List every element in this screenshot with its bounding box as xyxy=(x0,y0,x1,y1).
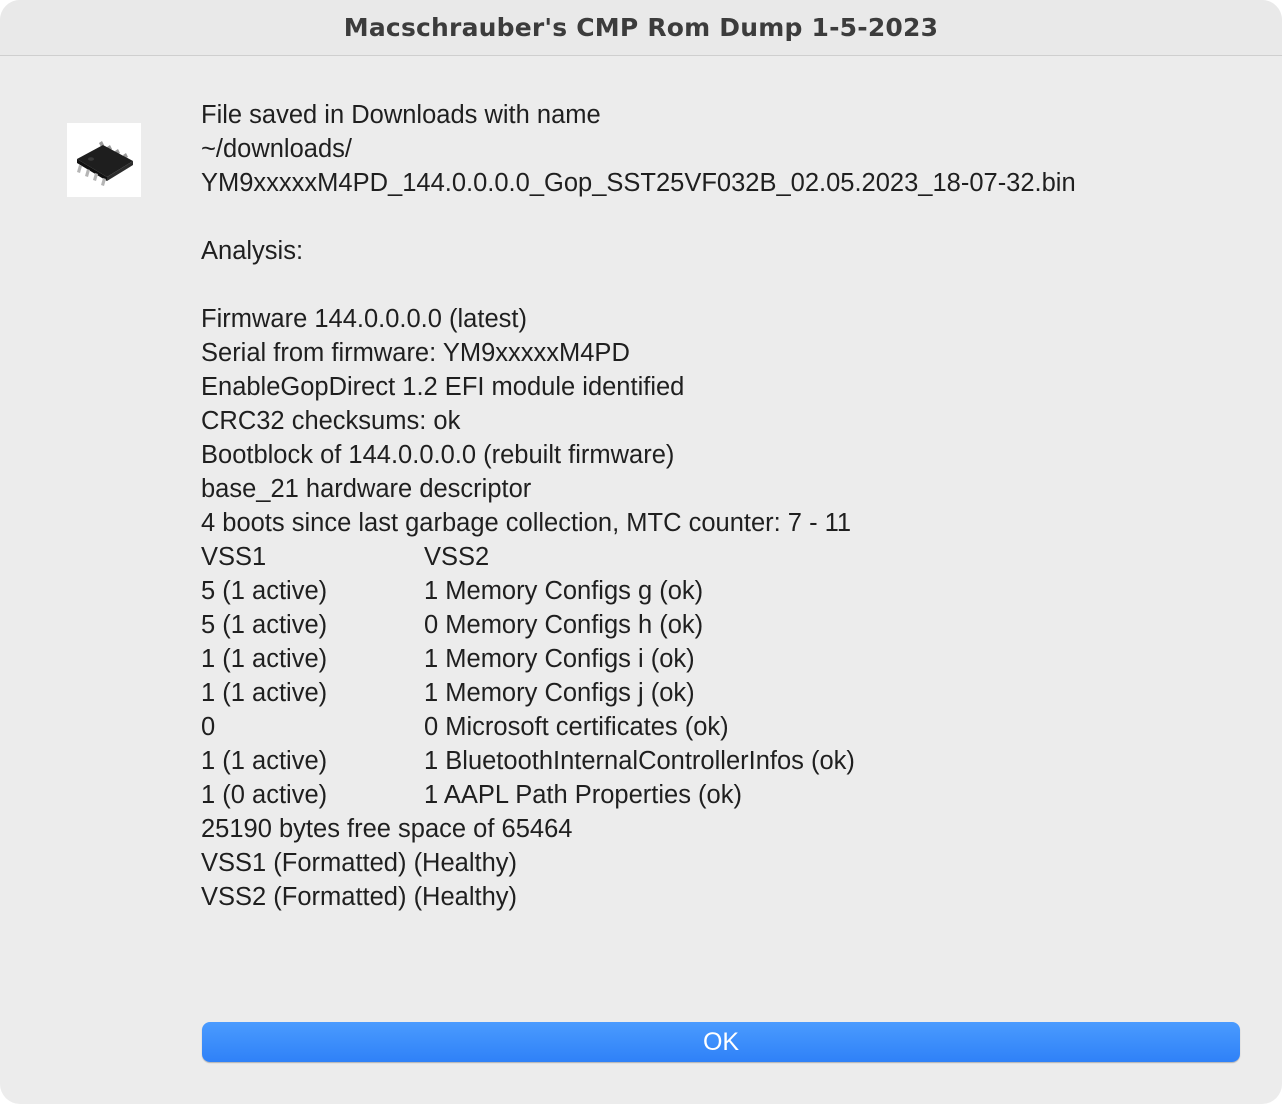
vss1-cell: 0 xyxy=(201,713,216,741)
vss-header-row: VSS1 VSS2 xyxy=(201,540,1241,574)
vss-row: 1 (1 active) 1 BluetoothInternalControll… xyxy=(201,744,1241,778)
free-space-line: 25190 bytes free space of 65464 xyxy=(201,815,573,843)
vss1-cell: 1 (0 active) xyxy=(201,781,328,809)
vss2-header: VSS2 xyxy=(424,543,490,571)
vss2-cell: 1 Memory Configs g (ok) xyxy=(424,577,704,605)
vss2-cell: 0 Microsoft certificates (ok) xyxy=(424,713,729,741)
analysis-line: EnableGopDirect 1.2 EFI module identifie… xyxy=(201,373,685,401)
saved-line-2: ~/downloads/ xyxy=(201,135,352,163)
message-text: File saved in Downloads with name ~/down… xyxy=(201,98,1241,914)
analysis-line: Firmware 144.0.0.0.0 (latest) xyxy=(201,305,527,333)
analysis-line: 4 boots since last garbage collection, M… xyxy=(201,509,852,537)
vss-row: 1 (1 active) 1 Memory Configs j (ok) xyxy=(201,676,1241,710)
vss2-cell: 1 Memory Configs j (ok) xyxy=(424,679,695,707)
ok-button[interactable]: OK xyxy=(202,1022,1240,1062)
analysis-line: CRC32 checksums: ok xyxy=(201,407,461,435)
vss1-cell: 1 (1 active) xyxy=(201,679,328,707)
vss-row: 5 (1 active) 0 Memory Configs h (ok) xyxy=(201,608,1241,642)
eeprom-chip-icon xyxy=(67,123,141,197)
analysis-line: Serial from firmware: YM9xxxxxM4PD xyxy=(201,339,630,367)
analysis-line: Bootblock of 144.0.0.0.0 (rebuilt firmwa… xyxy=(201,441,675,469)
vss-row: 5 (1 active) 1 Memory Configs g (ok) xyxy=(201,574,1241,608)
vss1-status-line: VSS1 (Formatted) (Healthy) xyxy=(201,849,518,877)
vss1-header: VSS1 xyxy=(201,543,267,571)
window-title: Macschrauber's CMP Rom Dump 1-5-2023 xyxy=(343,13,939,42)
vss1-cell: 5 (1 active) xyxy=(201,611,328,639)
vss2-cell: 1 Memory Configs i (ok) xyxy=(424,645,695,673)
vss-row: 0 0 Microsoft certificates (ok) xyxy=(201,710,1241,744)
title-bar[interactable]: Macschrauber's CMP Rom Dump 1-5-2023 xyxy=(0,0,1282,56)
vss1-cell: 5 (1 active) xyxy=(201,577,328,605)
saved-filename: YM9xxxxxM4PD_144.0.0.0.0_Gop_SST25VF032B… xyxy=(201,169,1076,197)
saved-line-1: File saved in Downloads with name xyxy=(201,101,601,129)
vss1-cell: 1 (1 active) xyxy=(201,645,328,673)
vss-row: 1 (1 active) 1 Memory Configs i (ok) xyxy=(201,642,1241,676)
vss-row: 1 (0 active) 1 AAPL Path Properties (ok) xyxy=(201,778,1241,812)
vss2-cell: 1 BluetoothInternalControllerInfos (ok) xyxy=(424,747,855,775)
analysis-line: base_21 hardware descriptor xyxy=(201,475,532,503)
vss1-cell: 1 (1 active) xyxy=(201,747,328,775)
dialog-window: Macschrauber's CMP Rom Dump 1-5-2023 Fil… xyxy=(0,0,1282,1104)
vss2-cell: 1 AAPL Path Properties (ok) xyxy=(424,781,742,809)
vss2-cell: 0 Memory Configs h (ok) xyxy=(424,611,704,639)
vss2-status-line: VSS2 (Formatted) (Healthy) xyxy=(201,883,518,911)
analysis-heading: Analysis: xyxy=(201,237,304,265)
